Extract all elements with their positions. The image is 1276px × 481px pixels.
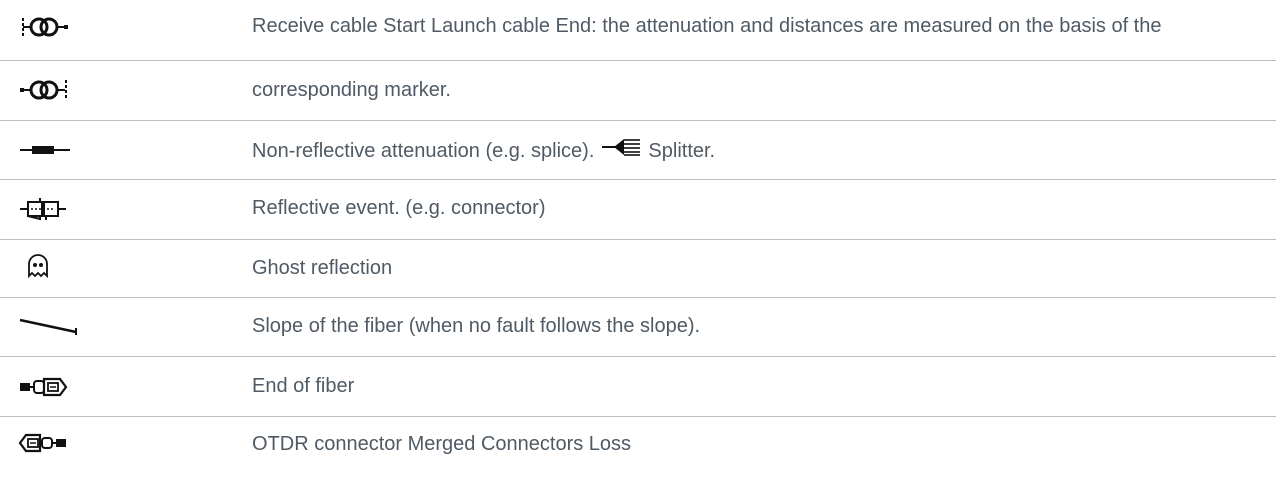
legend-row-end-of-fiber: End of fiber <box>0 357 1276 416</box>
end-of-fiber-icon <box>20 377 68 397</box>
legend-description: Non-reflective attenuation (e.g. splice)… <box>252 138 1262 165</box>
legend-row-launch-cable-end: corresponding marker. <box>0 61 1276 120</box>
event-legend-table: Receive cable Start Launch cable End: th… <box>0 0 1276 481</box>
non-reflective-attenuation-icon <box>20 146 70 154</box>
legend-row-otdr-connector: OTDR connector Merged Connectors Loss <box>0 417 1276 481</box>
icon-cell <box>0 121 200 179</box>
legend-row-non-reflective: Non-reflective attenuation (e.g. splice)… <box>0 121 1276 179</box>
icon-cell <box>0 61 200 120</box>
ghost-reflection-icon <box>28 254 48 279</box>
icon-cell <box>0 298 200 356</box>
icon-cell <box>0 0 200 60</box>
receive-cable-start-icon <box>22 17 68 37</box>
legend-description: corresponding marker. <box>252 79 451 101</box>
icon-cell <box>0 357 200 416</box>
legend-row-ghost-reflection: Ghost reflection <box>0 240 1276 297</box>
otdr-connector-icon <box>18 433 66 453</box>
fiber-slope-icon <box>19 318 77 335</box>
legend-description: Reflective event. (e.g. connector) <box>252 197 546 219</box>
icon-cell <box>0 417 200 481</box>
legend-description: Ghost reflection <box>252 257 393 279</box>
legend-row-fiber-slope: Slope of the fiber (when no fault follow… <box>0 298 1276 356</box>
splitter-icon <box>602 136 642 163</box>
legend-description: End of fiber <box>252 375 355 397</box>
non-reflective-text: Non-reflective attenuation (e.g. splice)… <box>252 139 595 162</box>
legend-row-reflective-event: Reflective event. (e.g. connector) <box>0 180 1276 239</box>
reflective-event-icon <box>20 198 66 221</box>
legend-row-receive-cable-start: Receive cable Start Launch cable End: th… <box>0 0 1276 60</box>
launch-cable-end-icon <box>20 80 67 100</box>
splitter-text: Splitter. <box>648 139 716 162</box>
icon-cell <box>0 240 200 297</box>
icon-cell <box>0 180 200 239</box>
legend-description: OTDR connector Merged Connectors Loss <box>252 433 632 455</box>
legend-description: Slope of the fiber (when no fault follow… <box>252 315 701 337</box>
legend-description: Receive cable Start Launch cable End: th… <box>252 15 1162 37</box>
